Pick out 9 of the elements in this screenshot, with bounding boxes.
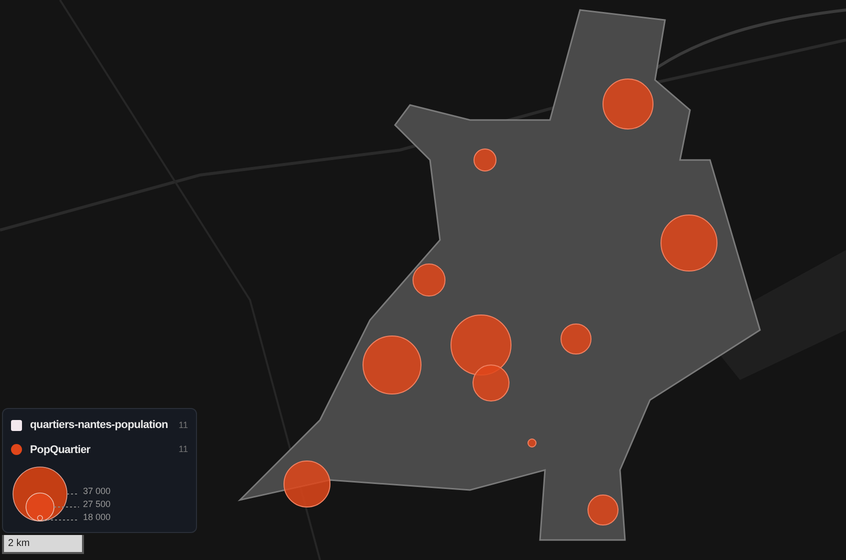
layer-name: quartiers-nantes-population: [30, 418, 168, 433]
layer-name: PopQuartier: [30, 442, 90, 458]
scale-bar: 2 km: [2, 535, 84, 554]
size-legend-drawing: [11, 466, 79, 524]
size-label: 37 000: [83, 485, 111, 497]
feature-count: 11: [178, 443, 188, 456]
feature-count: 11: [178, 418, 188, 432]
size-label: 27 500: [83, 498, 111, 510]
size-label: 18 000: [83, 511, 111, 523]
